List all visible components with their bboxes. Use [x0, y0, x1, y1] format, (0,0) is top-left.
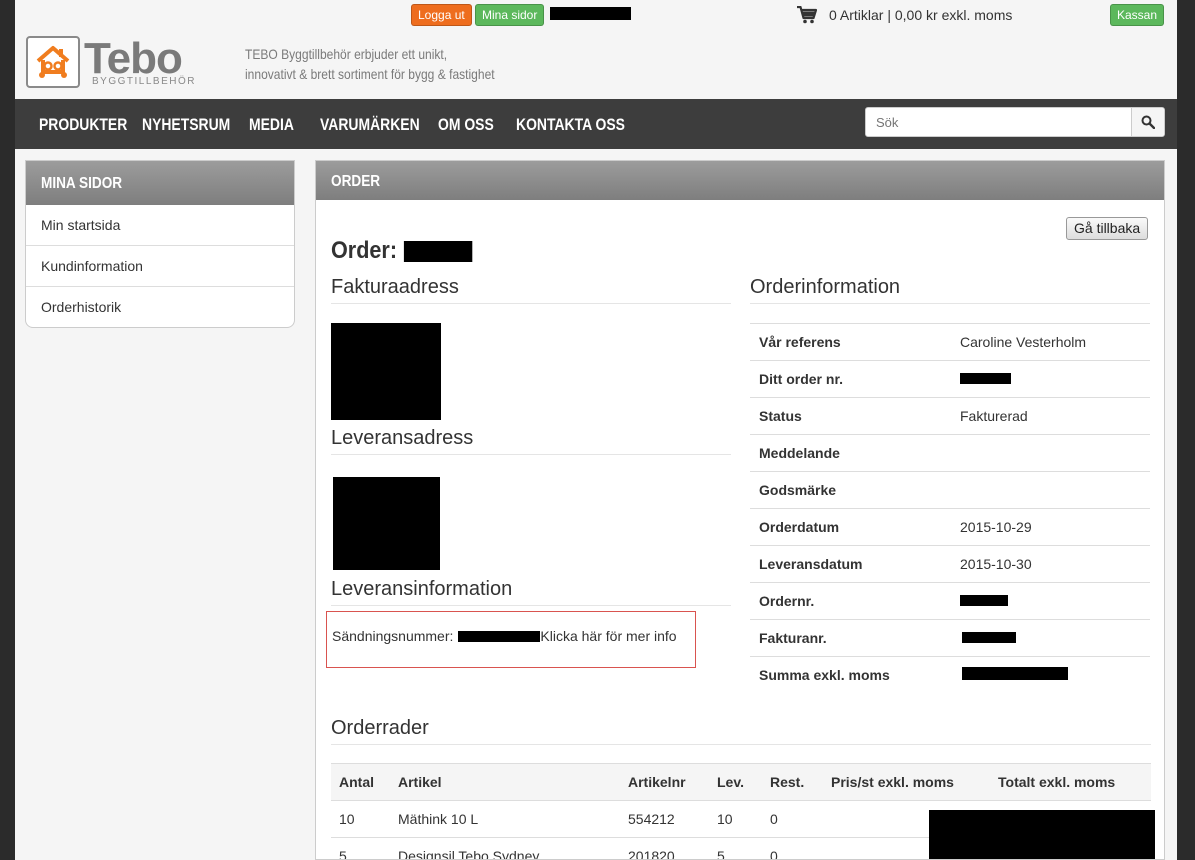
checkout-button[interactable]: Kassan: [1110, 4, 1165, 26]
search-button[interactable]: [1131, 108, 1164, 136]
redacted-billing-address: [331, 323, 441, 420]
search-icon: [1141, 115, 1155, 129]
cart-summary[interactable]: 0 Artiklar | 0,00 kr exkl. moms: [797, 6, 1012, 24]
sidebar-item-start[interactable]: Min startsida: [26, 205, 294, 246]
nav-item-nyhetsrum[interactable]: NYHETSRUM: [142, 99, 230, 149]
info-row-reference: Vår referens Caroline Vesterholm: [750, 323, 1150, 361]
logo-house-icon: [26, 36, 80, 88]
col-rest: Rest.: [762, 763, 823, 801]
shipment-info-box: Sändningsnummer: Klicka här för mer info: [326, 611, 696, 668]
info-row-order-date: Orderdatum 2015-10-29: [750, 508, 1150, 546]
top-bar: Logga ut Mina sidor 0 Artiklar | 0,00 kr…: [15, 0, 1177, 30]
nav-item-om-oss[interactable]: OM OSS: [438, 99, 494, 149]
logo-subtitle: BYGGTILLBEHÖR: [92, 76, 196, 87]
go-back-button[interactable]: Gå tillbaka: [1066, 217, 1149, 240]
redacted-shipment-number: [458, 630, 541, 642]
order-rows-header: Antal Artikel Artikelnr Lev. Rest. Pris/…: [331, 763, 1151, 801]
order-panel-title: ORDER: [316, 161, 1164, 200]
order-info-heading: Orderinformation: [750, 276, 1150, 304]
info-row-delivery-date: Leveransdatum 2015-10-30: [750, 545, 1150, 583]
redacted-delivery-address: [333, 477, 440, 570]
shipment-info-link[interactable]: Klicka här för mer info: [540, 628, 676, 644]
redacted-username: [550, 7, 631, 20]
shipment-label: Sändningsnummer:: [332, 628, 454, 644]
order-info-table: Vår referens Caroline Vesterholm Ditt ord…: [750, 323, 1150, 694]
order-rows-heading: Orderrader: [331, 717, 1151, 745]
redacted-your-order-nr: [960, 373, 1011, 384]
redacted-total: [962, 667, 1068, 681]
cart-text: 0 Artiklar | 0,00 kr exkl. moms: [829, 7, 1013, 23]
info-row-your-order-nr: Ditt order nr.: [750, 360, 1150, 398]
nav-item-media[interactable]: MEDIA: [249, 99, 294, 149]
sidebar: MINA SIDOR Min startsida Kundinformation…: [25, 160, 295, 328]
redacted-prices: [929, 810, 1155, 859]
logo[interactable]: Tebo BYGGTILLBEHÖR: [26, 36, 196, 88]
redacted-invoice-nr: [962, 632, 1016, 643]
info-row-status: Status Fakturerad: [750, 397, 1150, 435]
col-artikelnr: Artikelnr: [620, 763, 709, 801]
search-input[interactable]: [866, 108, 1131, 136]
logout-button[interactable]: Logga ut: [411, 4, 472, 26]
tagline: TEBO Byggtillbehör erbjuder ett unikt, i…: [245, 46, 495, 82]
delivery-info-heading: Leveransinformation: [331, 578, 731, 606]
order-panel: ORDER Gå tillbaka Order: Fakturaadress L…: [315, 160, 1165, 860]
main-nav: PRODUKTER NYHETSRUM MEDIA VARUMÄRKEN OM …: [15, 99, 1177, 149]
info-row-message: Meddelande: [750, 434, 1150, 472]
sidebar-item-order-history[interactable]: Orderhistorik: [26, 287, 294, 327]
info-row-order-nr: Ordernr.: [750, 582, 1150, 620]
sidebar-item-customer-info[interactable]: Kundinformation: [26, 246, 294, 287]
order-title: Order:: [331, 237, 473, 265]
sidebar-title: MINA SIDOR: [26, 161, 294, 205]
delivery-heading: Leveransadress: [331, 427, 731, 455]
col-lev: Lev.: [709, 763, 762, 801]
logo-name: Tebo: [84, 34, 183, 83]
info-row-invoice-nr: Fakturanr.: [750, 619, 1150, 657]
col-total: Totalt exkl. moms: [990, 763, 1151, 801]
col-antal: Antal: [331, 763, 390, 801]
redacted-order-nr: [960, 595, 1008, 606]
info-row-goods-mark: Godsmärke: [750, 471, 1150, 509]
redacted-order-number: [404, 240, 473, 262]
nav-item-produkter[interactable]: PRODUKTER: [39, 99, 127, 149]
my-pages-button[interactable]: Mina sidor: [475, 4, 545, 26]
search-box: [865, 107, 1165, 137]
info-row-total: Summa exkl. moms: [750, 656, 1150, 694]
cart-icon: [797, 6, 817, 24]
page: Logga ut Mina sidor 0 Artiklar | 0,00 kr…: [15, 0, 1177, 860]
nav-item-varumarken[interactable]: VARUMÄRKEN: [320, 99, 420, 149]
col-price: Pris/st exkl. moms: [823, 763, 990, 801]
billing-heading: Fakturaadress: [331, 276, 731, 304]
nav-item-kontakta-oss[interactable]: KONTAKTA OSS: [516, 99, 625, 149]
col-artikel: Artikel: [390, 763, 620, 801]
